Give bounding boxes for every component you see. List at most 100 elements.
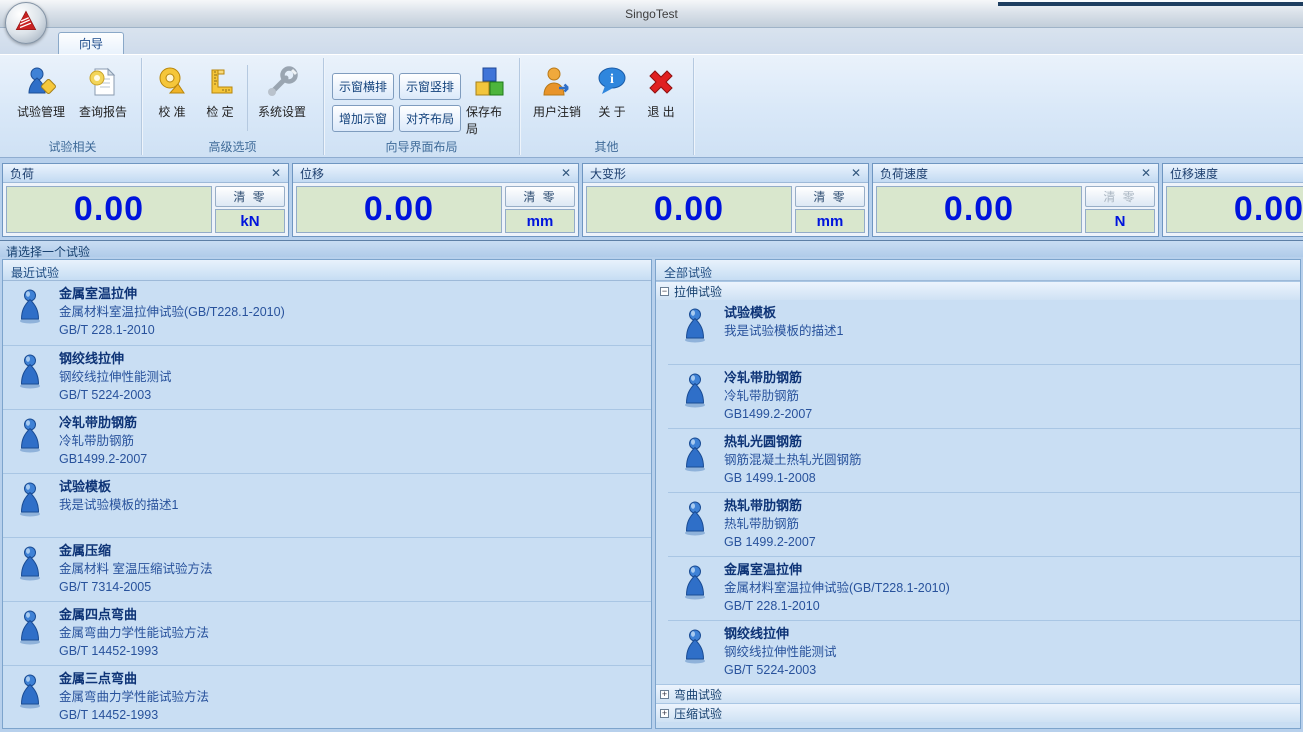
- query-report-button[interactable]: 查询报告: [72, 61, 134, 121]
- zero-button[interactable]: 清 零: [215, 186, 285, 207]
- close-icon[interactable]: ✕: [271, 166, 281, 180]
- test-item-text: 热轧光圆钢筋 钢筋混凝土热轧光圆钢筋 GB 1499.1-2008: [724, 433, 862, 490]
- close-icon[interactable]: ✕: [851, 166, 861, 180]
- cubes-icon: [472, 65, 506, 99]
- meter-deformation-value: 0.00: [586, 186, 792, 233]
- test-list-item[interactable]: 金属室温拉伸 金属材料室温拉伸试验(GB/T228.1-2010) GB/T 2…: [668, 556, 1300, 620]
- recent-tests-header: 最近试验: [3, 260, 651, 281]
- test-item-text: 金属压缩 金属材料 室温压缩试验方法 GB/T 7314-2005: [59, 542, 212, 599]
- system-settings-button[interactable]: 系统设置: [251, 61, 313, 121]
- app-menu-button[interactable]: [5, 2, 47, 44]
- test-list-item[interactable]: 试验模板 我是试验模板的描述1: [3, 473, 651, 537]
- zero-button[interactable]: 清 零: [795, 186, 865, 207]
- test-item-standard: GB/T 228.1-2010: [59, 321, 285, 339]
- tab-wizard-label: 向导: [79, 35, 103, 52]
- test-list-item[interactable]: 金属四点弯曲 金属弯曲力学性能试验方法 GB/T 14452-1993: [3, 601, 651, 665]
- test-list-item[interactable]: 热轧光圆钢筋 钢筋混凝土热轧光圆钢筋 GB 1499.1-2008: [668, 428, 1300, 492]
- ribbon-tab-row: 向导: [0, 28, 1303, 54]
- test-list-item[interactable]: 金属三点弯曲 金属弯曲力学性能试验方法 GB/T 14452-1993: [3, 665, 651, 729]
- group-label-other: 其他: [520, 138, 693, 155]
- test-list-item[interactable]: 金属压缩 金属材料 室温压缩试验方法 GB/T 7314-2005: [3, 537, 651, 601]
- test-item-title: 热轧光圆钢筋: [724, 433, 862, 451]
- test-list-item[interactable]: 冷轧带肋钢筋 冷轧带肋钢筋 GB1499.2-2007: [668, 364, 1300, 428]
- zero-button[interactable]: 清 零: [505, 186, 575, 207]
- align-layout-button[interactable]: 对齐布局: [399, 105, 461, 132]
- recent-tests-list: 金属室温拉伸 金属材料室温拉伸试验(GB/T228.1-2010) GB/T 2…: [3, 281, 651, 729]
- all-tests-header: 全部试验: [656, 260, 1300, 281]
- test-item-description: 钢筋混凝土热轧光圆钢筋: [724, 451, 862, 469]
- window-title: SingoTest: [0, 7, 1303, 21]
- tree-group-label: 压缩试验: [674, 705, 722, 722]
- group-label-advanced-options: 高级选项: [142, 138, 323, 155]
- meter-displacement-speed: 位移速度 0.00: [1162, 163, 1303, 237]
- tree-group-row[interactable]: +弯曲试验: [656, 684, 1300, 703]
- test-item-standard: [59, 514, 178, 532]
- test-item-title: 试验模板: [59, 478, 178, 496]
- ribbon-group-advanced-options: 校 准 检 定 系统设置 高级选项: [142, 58, 324, 155]
- test-item-title: 热轧带肋钢筋: [724, 497, 816, 515]
- about-label: 关 于: [598, 103, 625, 120]
- tree-group-row[interactable]: −拉伸试验: [656, 281, 1300, 300]
- test-pawn-icon: [17, 414, 43, 471]
- test-item-title: 金属室温拉伸: [59, 285, 285, 303]
- test-item-standard: GB/T 5224-2003: [59, 386, 172, 404]
- add-window-button[interactable]: 增加示窗: [332, 105, 394, 132]
- calibrate-label: 校 准: [158, 103, 185, 120]
- test-item-description: 金属材料 室温压缩试验方法: [59, 560, 212, 578]
- test-item-description: 热轧带肋钢筋: [724, 515, 816, 533]
- expand-icon[interactable]: +: [660, 690, 669, 699]
- meter-displacement-title: 位移: [300, 165, 324, 182]
- test-list-item[interactable]: 试验模板 我是试验模板的描述1: [668, 300, 1300, 364]
- test-list-item[interactable]: 钢绞线拉伸 钢绞线拉伸性能测试 GB/T 5224-2003: [3, 345, 651, 409]
- test-item-standard: GB/T 14452-1993: [59, 706, 209, 724]
- test-item-description: 冷轧带肋钢筋: [59, 432, 147, 450]
- test-item-description: 我是试验模板的描述1: [724, 322, 843, 340]
- close-icon[interactable]: ✕: [1141, 166, 1151, 180]
- exit-label: 退 出: [647, 103, 674, 120]
- test-item-text: 热轧带肋钢筋 热轧带肋钢筋 GB 1499.2-2007: [724, 497, 816, 554]
- expand-icon[interactable]: +: [660, 709, 669, 718]
- meter-deformation: 大变形 ✕ 0.00 清 零 mm: [582, 163, 869, 237]
- test-item-title: 金属压缩: [59, 542, 212, 560]
- svg-text:i: i: [610, 72, 614, 87]
- meter-load-unit: kN: [215, 209, 285, 233]
- test-list-item[interactable]: 冷轧带肋钢筋 冷轧带肋钢筋 GB1499.2-2007: [3, 409, 651, 473]
- user-logout-icon: [540, 65, 574, 99]
- test-item-title: 冷轧带肋钢筋: [724, 369, 812, 387]
- test-item-title: 冷轧带肋钢筋: [59, 414, 147, 432]
- test-list-item[interactable]: 热轧带肋钢筋 热轧带肋钢筋 GB 1499.2-2007: [668, 492, 1300, 556]
- windows-horizontal-button[interactable]: 示窗横排: [332, 73, 394, 100]
- test-pawn-icon: [682, 304, 708, 362]
- meter-load-title: 负荷: [10, 165, 34, 182]
- group-label-test-related: 试验相关: [4, 138, 141, 155]
- test-manage-button[interactable]: 试验管理: [10, 61, 72, 121]
- test-pawn-icon: [17, 542, 43, 599]
- save-layout-button[interactable]: 保存布局: [465, 61, 513, 138]
- about-button[interactable]: i 关 于: [588, 61, 636, 121]
- test-item-standard: GB1499.2-2007: [59, 450, 147, 468]
- close-icon[interactable]: ✕: [561, 166, 571, 180]
- calibrate-button[interactable]: 校 准: [148, 61, 196, 121]
- tab-wizard[interactable]: 向导: [58, 32, 124, 54]
- tree-group-row[interactable]: + 压缩试验: [656, 703, 1300, 722]
- test-manage-label: 试验管理: [17, 103, 65, 120]
- verify-button[interactable]: 检 定: [196, 61, 244, 121]
- test-item-title: 试验模板: [724, 304, 843, 322]
- exit-button[interactable]: 退 出: [636, 61, 686, 121]
- windows-vertical-button[interactable]: 示窗竖排: [399, 73, 461, 100]
- meter-load-value: 0.00: [6, 186, 212, 233]
- test-list-item[interactable]: 钢绞线拉伸 钢绞线拉伸性能测试 GB/T 5224-2003: [668, 620, 1300, 684]
- test-list-item[interactable]: 金属室温拉伸 金属材料室温拉伸试验(GB/T228.1-2010) GB/T 2…: [3, 281, 651, 345]
- meter-deformation-title: 大变形: [590, 165, 626, 182]
- collapse-icon[interactable]: −: [660, 287, 669, 296]
- ribbon-group-other: 用户注销 i 关 于 退 出 其他: [520, 58, 694, 155]
- test-item-description: 冷轧带肋钢筋: [724, 387, 812, 405]
- test-item-description: 金属弯曲力学性能试验方法: [59, 624, 209, 642]
- meter-load: 负荷 ✕ 0.00 清 零 kN: [2, 163, 289, 237]
- test-item-title: 金属三点弯曲: [59, 670, 209, 688]
- test-item-text: 冷轧带肋钢筋 冷轧带肋钢筋 GB1499.2-2007: [59, 414, 147, 471]
- test-item-text: 试验模板 我是试验模板的描述1: [724, 304, 843, 362]
- ribbon: 试验管理 查询报告 试验相关 校 准 检 定: [0, 54, 1303, 158]
- test-item-description: 金属弯曲力学性能试验方法: [59, 688, 209, 706]
- user-logout-button[interactable]: 用户注销: [526, 61, 588, 121]
